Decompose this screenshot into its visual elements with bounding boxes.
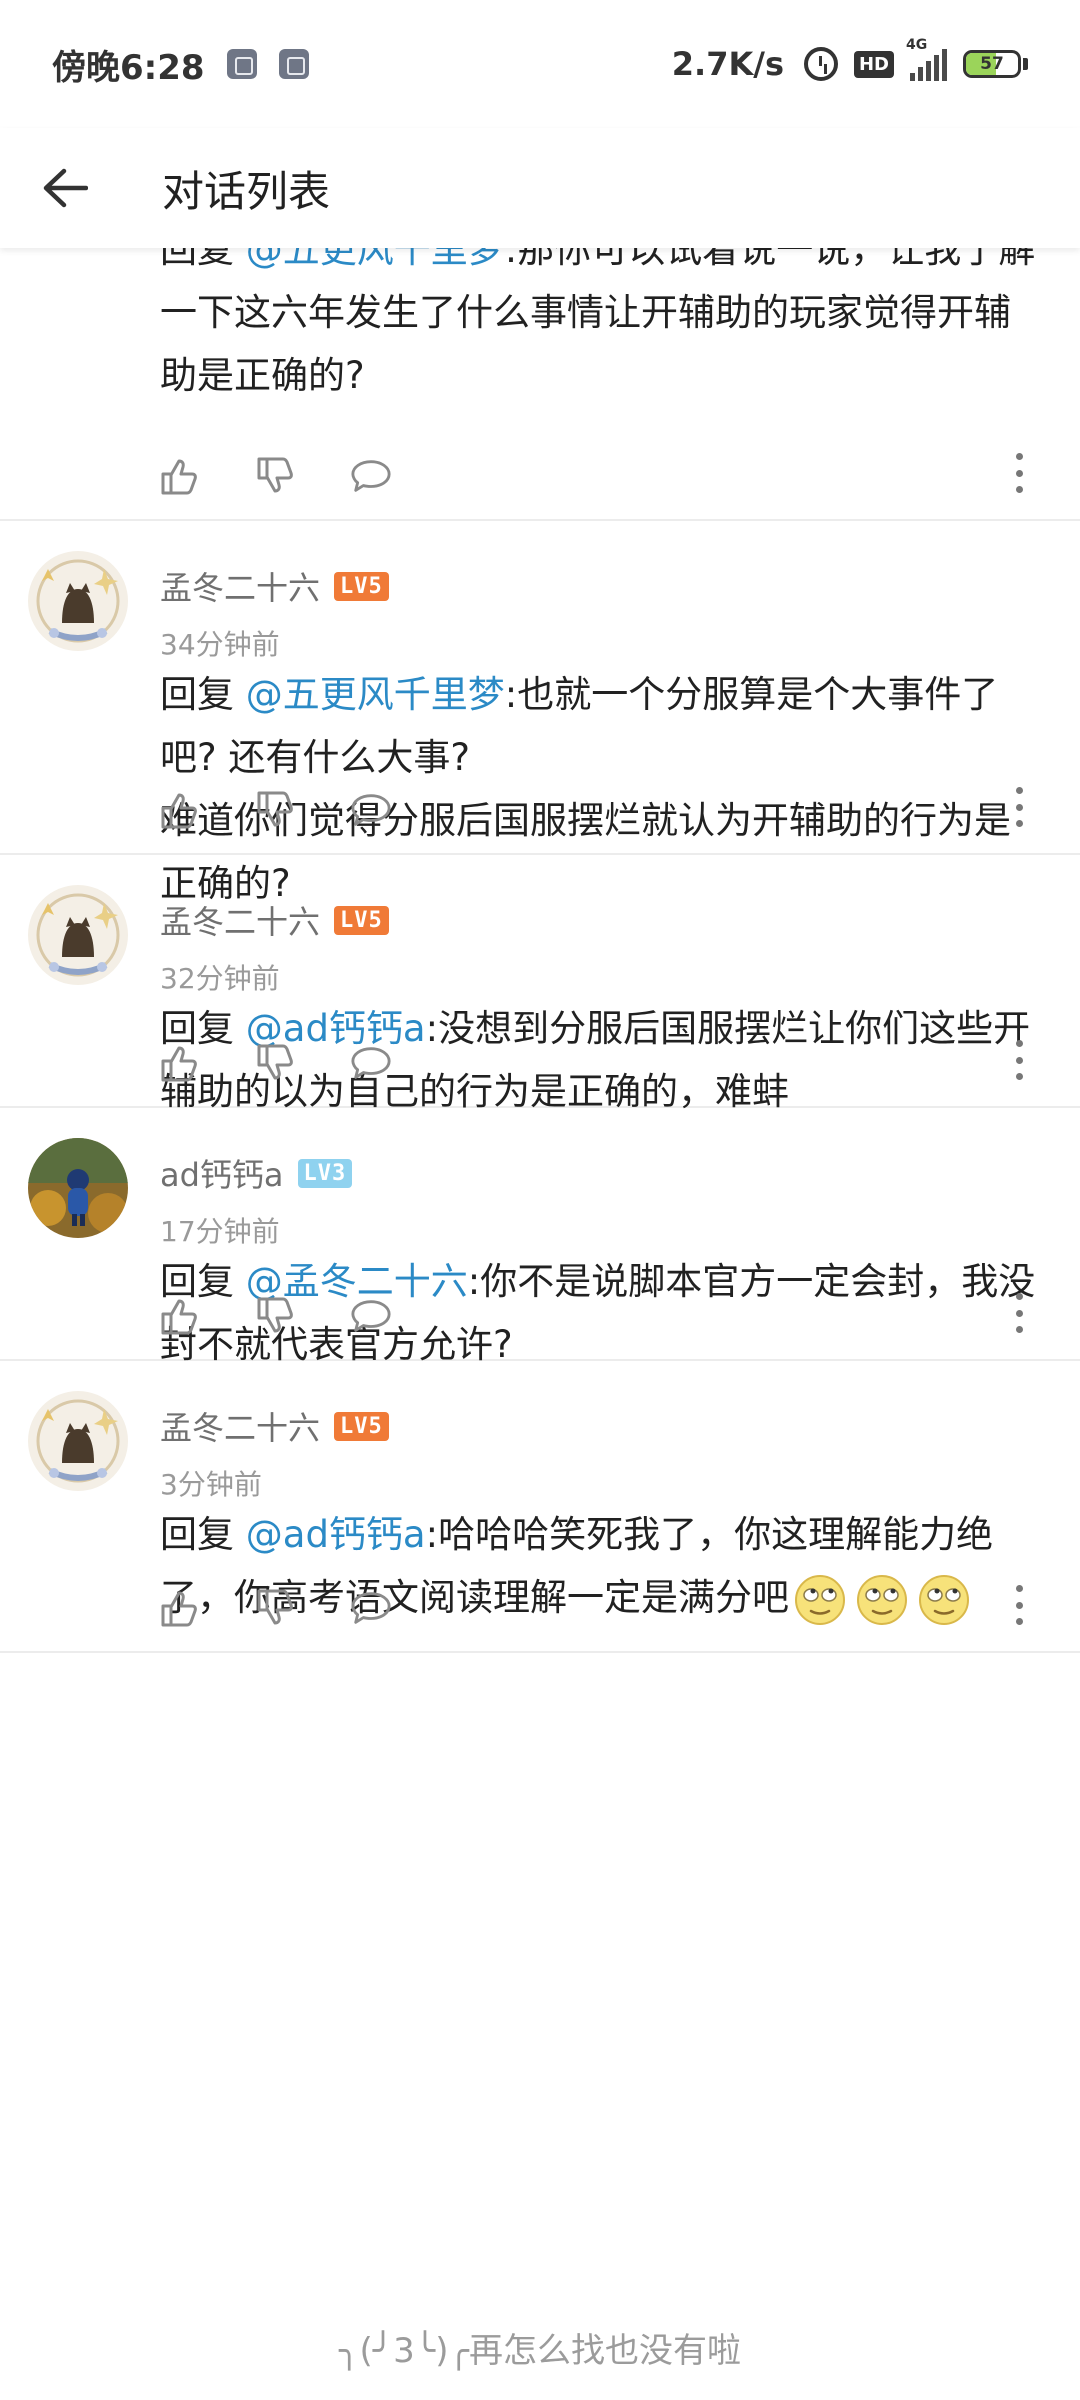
dislike-button[interactable] (254, 1587, 296, 1629)
mention-link[interactable]: @ad钙钙a (246, 1513, 426, 1556)
comment-body: 回复 @五更风千里梦:那你可以试着说一说，让我了解一下这六年发生了什么事情让开辅… (160, 248, 1040, 407)
timestamp: 32分钟前 (160, 962, 280, 995)
mention-link[interactable]: @五更风千里梦 (246, 248, 505, 271)
avatar-image (28, 1138, 128, 1238)
dislike-button[interactable] (254, 789, 296, 831)
status-bar: 傍晚6:28 2.7K/s HD 4G 57 (0, 0, 1080, 128)
dislike-button[interactable] (254, 1042, 296, 1084)
reply-button[interactable] (350, 1042, 392, 1084)
alarm-icon (803, 47, 838, 81)
notification-app-icon (278, 49, 309, 79)
avatar-image (28, 551, 128, 651)
thumbs-up-icon (161, 459, 197, 495)
comment-bubble-icon (351, 794, 391, 826)
eye-roll-emoji-icon (857, 1574, 907, 1625)
thumbs-down-icon (257, 1589, 293, 1625)
comment-item: 回复 @五更风千里梦:那你可以试着说一说，让我了解一下这六年发生了什么事情让开辅… (0, 248, 1080, 521)
comment-list[interactable]: 回复 @五更风千里梦:那你可以试着说一说，让我了解一下这六年发生了什么事情让开辅… (0, 248, 1080, 2400)
comment-actions (158, 1295, 392, 1337)
network-type: 4G (906, 37, 928, 53)
eye-roll-emoji-icon (919, 1574, 969, 1625)
more-options-button[interactable] (1012, 453, 1026, 493)
thumbs-up-icon (161, 1299, 197, 1335)
app-header: 对话列表 (0, 128, 1080, 248)
username[interactable]: 孟冬二十六 (160, 563, 320, 609)
reply-prefix: 回复 (160, 1513, 246, 1556)
avatar-image (28, 1391, 128, 1491)
level-badge: LV3 (297, 1158, 353, 1188)
comment-bubble-icon (351, 1300, 391, 1332)
hd-icon: HD (853, 50, 894, 78)
avatar-image (28, 885, 128, 985)
reply-prefix: 回复 (160, 673, 246, 716)
timestamp: 3分钟前 (160, 1468, 262, 1501)
comment-item: 孟冬二十六 LV5 34分钟前 回复 @五更风千里梦:也就一个分服算是个大事件了… (0, 521, 1080, 905)
comment-item: 孟冬二十六 LV5 32分钟前 回复 @ad钙钙a:没想到分服后国服摆烂让你们这… (0, 855, 1080, 1113)
comment-actions (158, 1042, 392, 1084)
comment-bubble-icon (351, 1047, 391, 1079)
avatar[interactable] (28, 1138, 128, 1238)
username[interactable]: 孟冬二十六 (160, 897, 320, 943)
signal-icon: 4G (906, 37, 947, 81)
avatar[interactable] (28, 551, 128, 651)
like-button[interactable] (158, 789, 200, 831)
level-badge: LV5 (334, 1411, 389, 1441)
notification-app-icon (226, 49, 257, 79)
more-options-button[interactable] (1012, 1040, 1026, 1080)
comment-actions (158, 789, 392, 831)
like-button[interactable] (158, 1295, 200, 1337)
battery-level: 57 (980, 54, 1004, 74)
like-button[interactable] (158, 1042, 200, 1084)
dislike-button[interactable] (254, 1295, 296, 1337)
battery-icon: 57 (963, 50, 1021, 78)
network-speed: 2.7K/s (671, 45, 784, 83)
reply-button[interactable] (350, 1587, 392, 1629)
like-button[interactable] (158, 1587, 200, 1629)
avatar[interactable] (28, 1391, 128, 1491)
end-of-list-note: ╮(╯3╰)╭再怎么找也没有啦 (338, 2331, 742, 2371)
level-badge: LV5 (334, 905, 389, 935)
comment-item: 孟冬二十六 LV5 3分钟前 回复 @ad钙钙a:哈哈哈笑死我了，你这理解能力绝… (0, 1361, 1080, 1653)
thumbs-up-icon (161, 1046, 197, 1082)
arrow-left-icon (43, 168, 88, 208)
comment-item: ad钙钙a LV3 17分钟前 回复 @孟冬二十六:你不是说脚本官方一定会封，我… (0, 1108, 1080, 1366)
reply-prefix: 回复 (160, 248, 246, 271)
avatar[interactable] (28, 885, 128, 985)
reply-button[interactable] (350, 455, 392, 497)
thumbs-up-icon (161, 793, 197, 829)
thumbs-down-icon (257, 457, 293, 493)
mention-link[interactable]: @五更风千里梦 (246, 673, 505, 716)
username[interactable]: 孟冬二十六 (160, 1403, 320, 1449)
thumbs-down-icon (257, 1297, 293, 1333)
reply-button[interactable] (350, 1295, 392, 1337)
dislike-button[interactable] (254, 455, 296, 497)
comment-bubble-icon (351, 460, 391, 492)
page-title: 对话列表 (162, 166, 331, 216)
comment-bubble-icon (351, 1592, 391, 1624)
thumbs-down-icon (257, 1044, 293, 1080)
comment-actions (158, 455, 392, 497)
more-options-button[interactable] (1012, 787, 1026, 827)
like-button[interactable] (158, 455, 200, 497)
username[interactable]: ad钙钙a (160, 1150, 284, 1196)
more-options-button[interactable] (1012, 1585, 1026, 1625)
back-button[interactable] (0, 128, 130, 248)
timestamp: 34分钟前 (160, 628, 280, 661)
battery-cap (1023, 58, 1028, 70)
level-badge: LV5 (334, 571, 389, 601)
more-options-button[interactable] (1012, 1293, 1026, 1333)
timestamp: 17分钟前 (160, 1215, 280, 1248)
thumbs-down-icon (257, 791, 293, 827)
eye-roll-emoji-icon (795, 1574, 845, 1625)
status-time: 傍晚6:28 (52, 47, 205, 88)
thumbs-up-icon (161, 1591, 197, 1627)
comment-actions (158, 1587, 392, 1629)
reply-button[interactable] (350, 789, 392, 831)
